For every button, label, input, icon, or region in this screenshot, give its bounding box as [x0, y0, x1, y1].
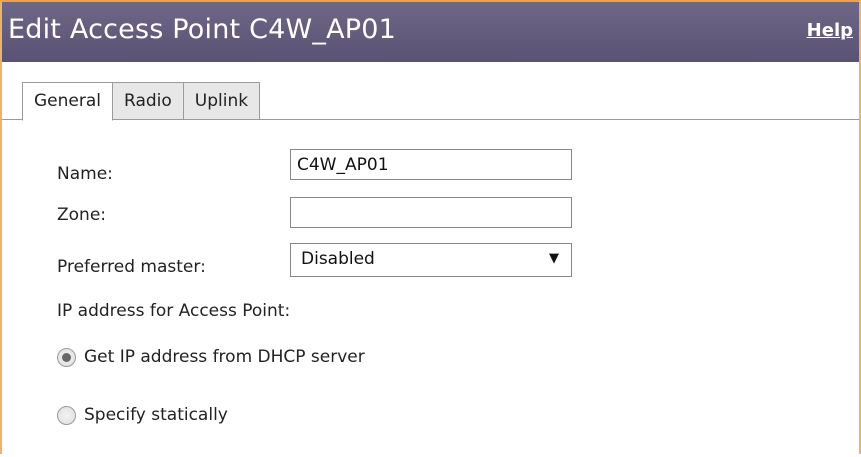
tab-radio[interactable]: Radio — [112, 82, 184, 120]
tab-bar: General Radio Uplink — [22, 82, 261, 121]
radio-static[interactable] — [57, 405, 76, 425]
help-link[interactable]: Help — [807, 20, 853, 41]
dialog-title: Edit Access Point C4W_AP01 — [8, 14, 397, 45]
tab-general[interactable]: General — [22, 82, 113, 121]
radio-dhcp-option[interactable]: Get IP address from DHCP server — [57, 347, 365, 367]
dialog-titlebar: Edit Access Point C4W_AP01 Help — [2, 2, 859, 62]
tab-uplink[interactable]: Uplink — [182, 82, 261, 120]
zone-field[interactable] — [290, 197, 572, 228]
name-field[interactable] — [290, 149, 572, 180]
radio-dhcp-label: Get IP address from DHCP server — [84, 347, 365, 367]
preferred-master-label: Preferred master: — [57, 257, 206, 277]
name-label: Name: — [57, 164, 113, 184]
preferred-master-select[interactable]: Disabled ▼ — [290, 243, 572, 277]
radio-dhcp[interactable] — [57, 347, 76, 367]
edit-access-point-dialog: Edit Access Point C4W_AP01 Help General … — [0, 0, 861, 457]
ip-address-section-label: IP address for Access Point: — [57, 301, 291, 321]
chevron-down-icon: ▼ — [549, 251, 559, 266]
radio-static-label: Specify statically — [84, 405, 228, 425]
radio-static-option[interactable]: Specify statically — [57, 405, 228, 425]
preferred-master-value: Disabled — [301, 249, 375, 269]
zone-label: Zone: — [57, 205, 107, 225]
